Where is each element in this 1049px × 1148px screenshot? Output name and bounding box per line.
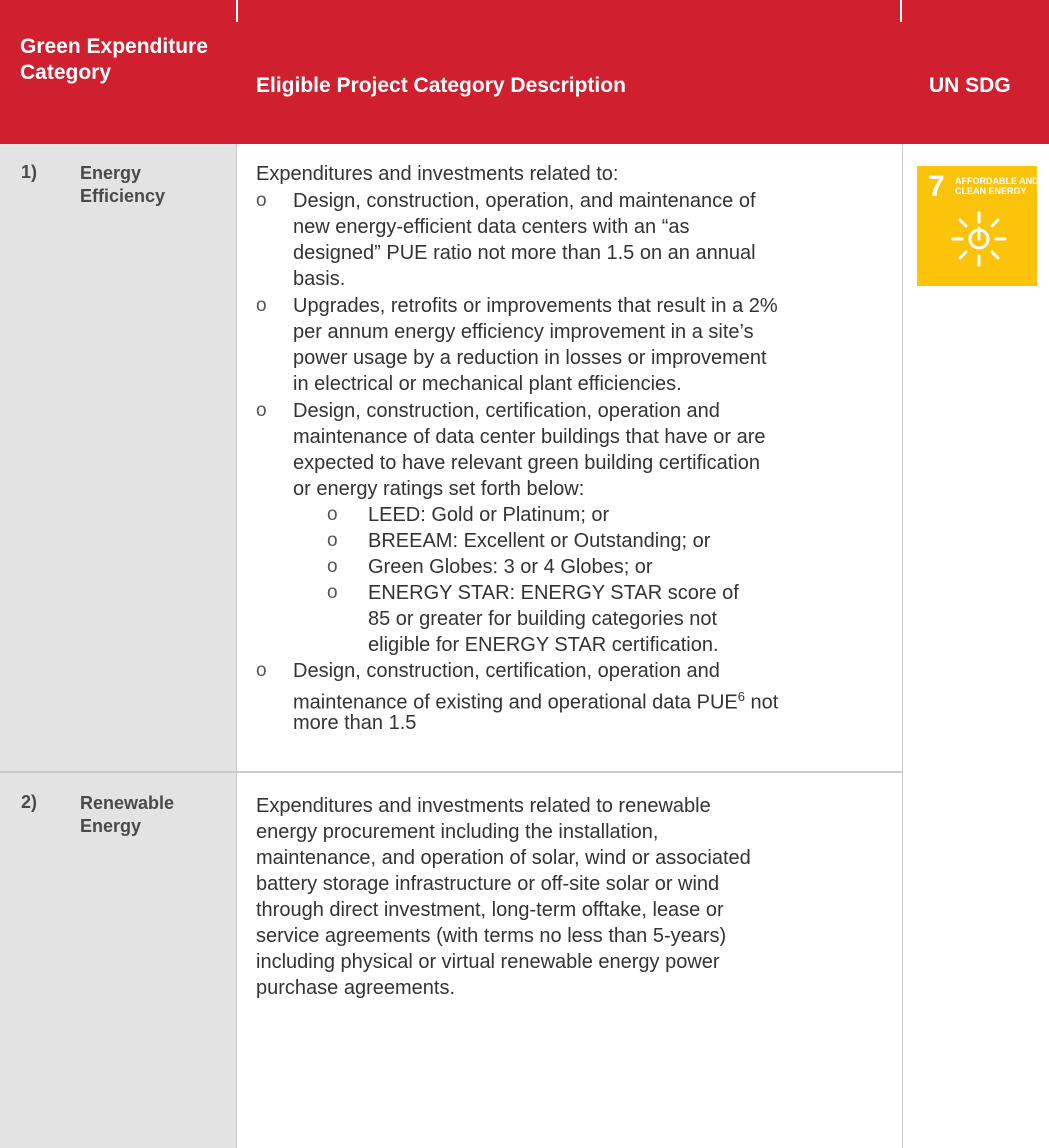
bullet-line: Design, construction, operation, and mai… [293,190,756,212]
sdg-label: AFFORDABLE AND CLEAN ENERGY [955,176,1039,196]
row-number: 1) [21,162,38,182]
header-category: Green Expenditure Category [20,35,208,84]
header-divider [236,0,238,22]
sub-bullet-marker: o [327,504,338,525]
description-line: through direct investment, long-term off… [256,899,724,921]
sun-power-icon [951,211,1007,267]
green-expenditure-table: Green Expenditure Category Eligible Proj… [0,0,1049,1148]
sdg-number: 7 [928,170,945,203]
bullet-line: more than 1.5 [293,712,417,734]
sub-bullet-line: LEED: Gold or Platinum; or [368,504,610,526]
sdg-7-tile: 7 AFFORDABLE AND CLEAN ENERGY [917,166,1039,286]
description-line: including physical or virtual renewable … [256,951,720,973]
category-cell [0,144,236,771]
header-sdg: UN SDG [929,74,1011,97]
description-line: battery storage infrastructure or off-si… [256,873,720,895]
description-line: energy procurement including the install… [256,821,659,843]
description-line: maintenance, and operation of solar, win… [256,847,751,869]
description-line: service agreements (with terms no less t… [256,925,727,947]
description-line: Expenditures and investments related to … [256,795,711,817]
sub-bullet-marker: o [327,556,338,577]
sub-bullet-line: 85 or greater for building categories no… [368,608,718,630]
row-divider [0,771,903,773]
bullet-line: new energy-efficient data centers with a… [293,216,690,238]
sub-bullet-line: BREEAM: Excellent or Outstanding; or [368,530,711,552]
bullet-line: maintenance of data center buildings tha… [293,426,766,448]
sub-bullet-line: eligible for ENERGY STAR certification. [368,634,719,656]
category-name: Energy Efficiency [80,163,166,206]
row-intro: Expenditures and investments related to: [256,163,619,185]
bullet-line: power usage by a reduction in losses or … [293,347,767,369]
sub-bullet-marker: o [327,530,338,551]
bullet-line: expected to have relevant green building… [293,452,760,474]
category-name: Renewable Energy [80,793,175,836]
header-divider [900,0,902,22]
bullet-line: basis. [293,268,346,290]
bullet-line: designed” PUE ratio not more than 1.5 on… [293,242,756,264]
sub-bullet-marker: o [327,582,338,603]
row-number: 2) [21,792,38,812]
footnote-ref: 6 [737,689,745,704]
bullet-line: Design, construction, certification, ope… [293,660,720,682]
sub-bullet-line: Green Globes: 3 or 4 Globes; or [368,556,653,578]
sub-bullet-line: ENERGY STAR: ENERGY STAR score of [368,582,739,604]
description-line: purchase agreements. [256,977,456,999]
header-description: Eligible Project Category Description [256,74,626,97]
bullet-marker: o [256,190,267,211]
bullet-line-part: not [744,691,779,714]
bullet-marker: o [256,660,267,681]
bullet-line: in electrical or mechanical plant effici… [293,373,682,395]
bullet-line: Upgrades, retrofits or improvements that… [293,295,778,317]
bullet-marker: o [256,400,267,421]
bullet-line: per annum energy efficiency improvement … [293,321,754,343]
bullet-line: or energy ratings set forth below: [293,478,585,500]
bullet-marker: o [256,295,267,316]
table-header: Green Expenditure Category Eligible Proj… [0,0,1049,144]
bullet-line: Design, construction, certification, ope… [293,400,720,422]
